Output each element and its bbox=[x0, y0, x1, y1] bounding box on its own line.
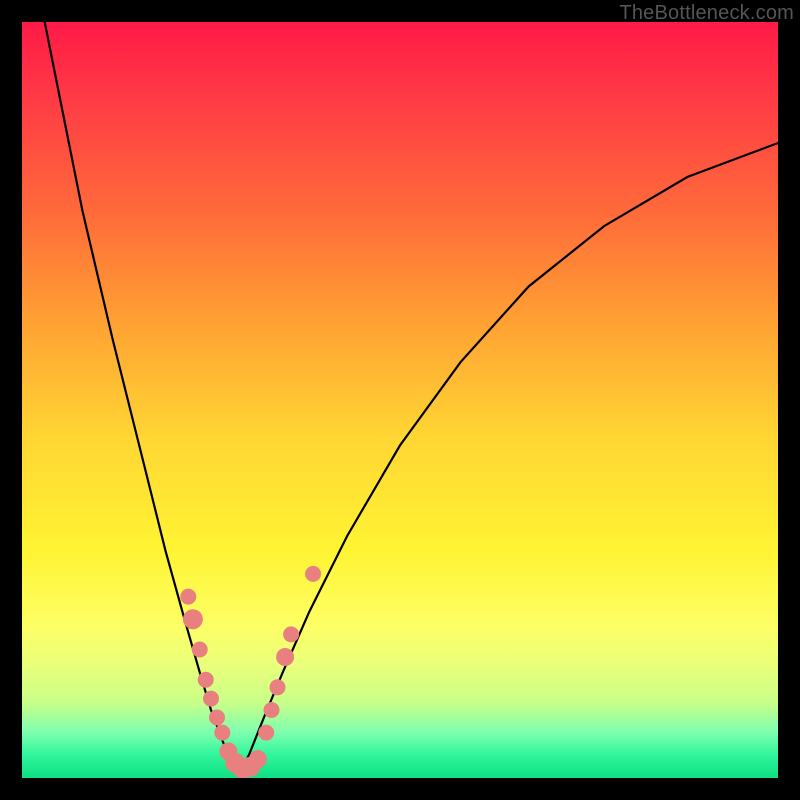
watermark-text: TheBottleneck.com bbox=[619, 2, 794, 25]
marker-left-cluster bbox=[180, 589, 196, 605]
curve-lines bbox=[45, 22, 778, 774]
plot-area bbox=[22, 22, 778, 778]
marker-right-cluster bbox=[270, 679, 286, 695]
left-curve-path bbox=[45, 22, 238, 774]
marker-right-outlier bbox=[305, 566, 321, 582]
plot-svg bbox=[22, 22, 778, 778]
marker-left-cluster bbox=[183, 609, 203, 629]
marker-right-cluster bbox=[283, 626, 299, 642]
marker-bottom-cluster bbox=[249, 750, 267, 768]
marker-right-cluster bbox=[264, 702, 280, 718]
data-markers bbox=[180, 566, 321, 778]
marker-left-cluster bbox=[209, 710, 225, 726]
marker-right-cluster bbox=[276, 648, 294, 666]
marker-left-cluster bbox=[192, 642, 208, 658]
marker-right-cluster bbox=[258, 725, 274, 741]
chart-frame: TheBottleneck.com bbox=[0, 0, 800, 800]
right-curve-path bbox=[238, 143, 779, 774]
marker-left-cluster bbox=[198, 672, 214, 688]
marker-left-cluster bbox=[214, 725, 230, 741]
marker-left-cluster bbox=[203, 691, 219, 707]
